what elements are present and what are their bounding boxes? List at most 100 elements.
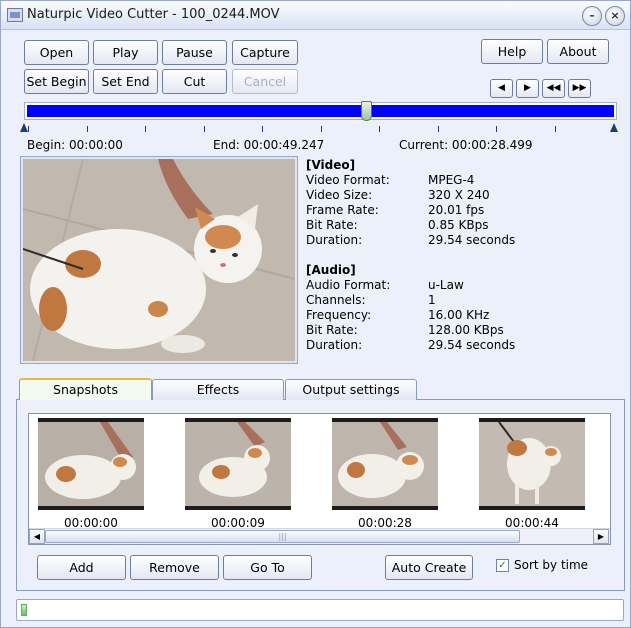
- app-icon: [7, 8, 23, 22]
- snapshot-image: [332, 422, 438, 506]
- frequency-value: 16.00 KHz: [428, 308, 490, 322]
- play-button[interactable]: Play: [93, 40, 158, 65]
- pause-button[interactable]: Pause: [162, 40, 227, 65]
- audio-format-key: Audio Format:: [306, 278, 391, 292]
- about-button[interactable]: About: [547, 39, 609, 64]
- go-to-button[interactable]: Go To: [223, 555, 312, 580]
- video-size-key: Video Size:: [306, 188, 373, 202]
- timeline-tick: [496, 126, 497, 132]
- video-format-key: Video Format:: [306, 173, 390, 187]
- frame-rate-value: 20.01 fps: [428, 203, 485, 217]
- timeline-fill: [27, 105, 614, 117]
- video-section-title: [Video]: [306, 158, 356, 172]
- snapshot-item[interactable]: 00:00:00: [38, 418, 144, 530]
- scrollbar-thumb[interactable]: |||: [45, 530, 520, 543]
- capture-button[interactable]: Capture: [232, 40, 298, 65]
- video-format-value: MPEG-4: [428, 173, 475, 187]
- fast-forward-button[interactable]: ▶▶: [568, 79, 591, 98]
- step-back-icon: ◀: [498, 83, 505, 93]
- timeline-tick: [613, 126, 614, 132]
- close-button[interactable]: ×: [605, 6, 625, 26]
- scroll-right-button[interactable]: ▶: [593, 529, 609, 544]
- audio-duration-key: Duration:: [306, 338, 363, 352]
- audio-bit-rate-value: 128.00 KBps: [428, 323, 504, 337]
- tab-effects[interactable]: Effects: [152, 379, 284, 400]
- frequency-key: Frequency:: [306, 308, 372, 322]
- set-begin-button[interactable]: Set Begin: [24, 69, 89, 94]
- timeline-tick: [321, 126, 322, 132]
- timeline-tick: [204, 126, 205, 132]
- tab-snapshots[interactable]: Snapshots: [19, 378, 152, 400]
- current-time-label: Current: 00:00:28.499: [399, 138, 533, 152]
- video-duration-key: Duration:: [306, 233, 363, 247]
- step-forward-icon: ▶: [524, 83, 531, 93]
- frame-rate-key: Frame Rate:: [306, 203, 379, 217]
- video-bit-rate-value: 0.85 KBps: [428, 218, 489, 232]
- open-button[interactable]: Open: [24, 40, 89, 65]
- progress-bar: [21, 604, 27, 616]
- auto-create-button[interactable]: Auto Create: [385, 555, 473, 580]
- snapshot-item[interactable]: 00:00:28: [332, 418, 438, 530]
- scrollbar-grip-icon: |||: [278, 532, 287, 541]
- scroll-left-button[interactable]: ◀: [29, 529, 45, 544]
- snapshot-scrollbar[interactable]: ◀ ||| ▶: [29, 528, 610, 544]
- status-bar: [16, 599, 624, 621]
- snapshot-thumbnail: [185, 418, 291, 510]
- snapshot-strip: 00:00:00 00:00:09 00:00:28 00:00:44 ◀ ||…: [28, 413, 611, 545]
- remove-button[interactable]: Remove: [130, 555, 219, 580]
- channels-key: Channels:: [306, 293, 366, 307]
- rewind-icon: ◀◀: [546, 83, 561, 93]
- timeline-tick: [438, 126, 439, 132]
- snapshot-thumbnail: [332, 418, 438, 510]
- timeline-tick: [379, 126, 380, 132]
- video-duration-value: 29.54 seconds: [428, 233, 516, 247]
- tab-output-settings[interactable]: Output settings: [285, 379, 417, 400]
- audio-duration-value: 29.54 seconds: [428, 338, 516, 352]
- scroll-right-icon: ▶: [597, 532, 605, 541]
- begin-marker-icon[interactable]: [20, 123, 28, 132]
- scroll-left-icon: ◀: [33, 532, 41, 541]
- timeline-tick: [28, 126, 29, 132]
- video-preview-frame: [20, 156, 298, 364]
- snapshot-thumbnail: [479, 418, 585, 510]
- end-marker-icon[interactable]: [610, 123, 618, 132]
- snapshot-thumbnail: [38, 418, 144, 510]
- timeline-tick: [87, 126, 88, 132]
- fast-forward-icon: ▶▶: [572, 83, 587, 93]
- check-icon: ✓: [498, 560, 507, 571]
- end-time-label: End: 00:00:49.247: [213, 138, 325, 152]
- video-frame-image: [23, 159, 295, 361]
- timeline-tick: [555, 126, 556, 132]
- snapshot-image: [479, 421, 585, 506]
- snapshot-item[interactable]: 00:00:44: [479, 418, 585, 530]
- timeline-track[interactable]: [24, 102, 617, 120]
- cancel-button[interactable]: Cancel: [232, 69, 298, 94]
- help-button[interactable]: Help: [481, 39, 543, 64]
- video-preview[interactable]: [23, 159, 295, 361]
- minimize-button[interactable]: –: [582, 6, 602, 26]
- step-back-button[interactable]: ◀: [490, 79, 513, 98]
- title-bar[interactable]: Naturpic Video Cutter - 100_0244.MOV – ×: [1, 1, 630, 30]
- snapshot-image: [38, 422, 144, 506]
- audio-bit-rate-key: Bit Rate:: [306, 323, 358, 337]
- sort-by-time-label: Sort by time: [514, 558, 589, 572]
- video-bit-rate-key: Bit Rate:: [306, 218, 358, 232]
- sort-by-time-checkbox[interactable]: ✓: [496, 559, 509, 572]
- step-forward-button[interactable]: ▶: [516, 79, 539, 98]
- snapshot-image: [185, 422, 291, 506]
- window-title: Naturpic Video Cutter - 100_0244.MOV: [27, 7, 280, 22]
- add-button[interactable]: Add: [37, 555, 126, 580]
- audio-format-value: u-Law: [428, 278, 464, 292]
- channels-value: 1: [428, 293, 436, 307]
- timeline-tick: [145, 126, 146, 132]
- timeline-tick: [262, 126, 263, 132]
- cut-button[interactable]: Cut: [162, 69, 227, 94]
- set-end-button[interactable]: Set End: [93, 69, 158, 94]
- rewind-button[interactable]: ◀◀: [542, 79, 565, 98]
- timeline-thumb[interactable]: [361, 101, 372, 121]
- begin-time-label: Begin: 00:00:00: [27, 138, 123, 152]
- app-window: Naturpic Video Cutter - 100_0244.MOV – ×…: [0, 0, 631, 628]
- audio-section-title: [Audio]: [306, 263, 356, 277]
- video-size-value: 320 X 240: [428, 188, 490, 202]
- snapshot-item[interactable]: 00:00:09: [185, 418, 291, 530]
